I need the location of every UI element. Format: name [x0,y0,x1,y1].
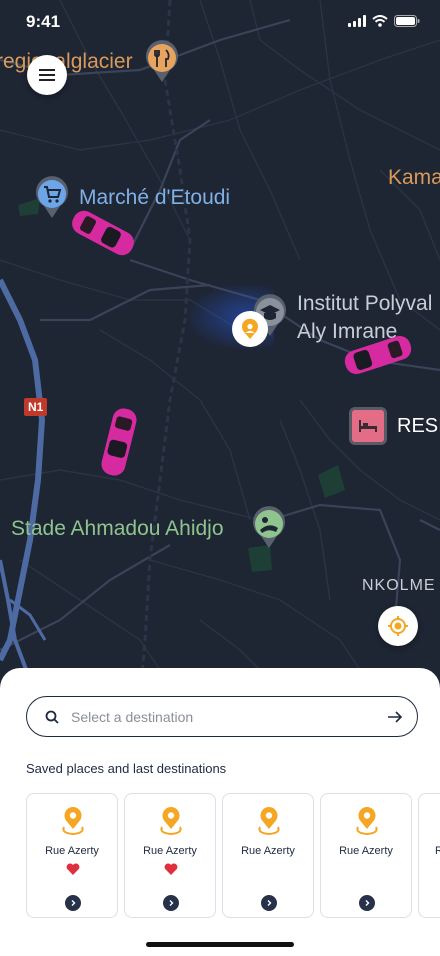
go-button[interactable] [261,895,277,911]
search-icon [45,710,59,724]
go-button[interactable] [163,895,179,911]
saved-places-title: Saved places and last destinations [26,761,227,776]
map-view[interactable]: regionalglacier Marché d'Etoudi Kama Ins… [0,0,440,700]
menu-button[interactable] [27,55,67,95]
heart-icon[interactable] [66,863,80,875]
poi-label-institut-1: Institut Polyval [297,292,433,315]
arrow-right-icon[interactable] [387,710,403,724]
car-icon [344,335,412,375]
wifi-icon [372,15,388,27]
location-pin-icon [62,807,84,836]
saved-place-label: R [435,845,440,857]
destination-search-input[interactable]: Select a destination [26,696,418,737]
bottom-sheet: Select a destination Saved places and la… [0,668,440,956]
status-icons [348,15,420,27]
saved-place-label: Rue Azerty [241,845,295,857]
go-button[interactable] [65,895,81,911]
status-bar: 9:41 [0,0,440,44]
car-icon [101,408,137,476]
saved-place-card[interactable]: Rue Azerty [320,793,412,918]
saved-place-label: Rue Azerty [339,845,393,857]
area-label-kama: Kama [388,166,440,189]
chevron-right-icon [267,900,272,906]
saved-place-label: Rue Azerty [45,845,99,857]
location-pin-icon [258,807,280,836]
heart-icon[interactable] [164,863,178,875]
chevron-right-icon [71,900,76,906]
road-badge-n1: N1 [24,398,48,416]
recenter-button[interactable] [378,606,418,646]
user-pin-icon [242,318,258,339]
saved-place-label: Rue Azerty [143,845,197,857]
location-pin-icon [160,807,182,836]
poi-label-resi: RESI [397,415,440,437]
hamburger-icon [39,69,55,81]
user-location-marker [232,311,268,347]
stadium-pin-icon[interactable] [251,506,287,550]
status-time: 9:41 [26,12,61,31]
hotel-pin-icon[interactable] [349,407,387,445]
car-icon [72,210,134,256]
saved-place-card[interactable]: Rue Azerty [222,793,314,918]
location-pin-icon [356,807,378,836]
chevron-right-icon [169,900,174,906]
go-button[interactable] [359,895,375,911]
poi-label-stade: Stade Ahmadou Ahidjo [11,517,224,540]
chevron-right-icon [365,900,370,906]
signal-icon [348,15,366,27]
saved-place-card[interactable]: Rue Azerty [26,793,118,918]
home-indicator [146,942,294,947]
saved-place-card[interactable]: Rue Azerty [124,793,216,918]
saved-places-list: Rue Azerty Rue Azerty Rue Azerty Rue Aze… [26,793,440,918]
area-label-nkolme: NKOLME [362,577,436,594]
crosshair-icon [388,616,408,636]
search-placeholder: Select a destination [71,708,194,725]
battery-icon [394,15,420,27]
restaurant-pin-icon[interactable] [144,40,180,84]
saved-place-card[interactable]: R [418,793,440,918]
